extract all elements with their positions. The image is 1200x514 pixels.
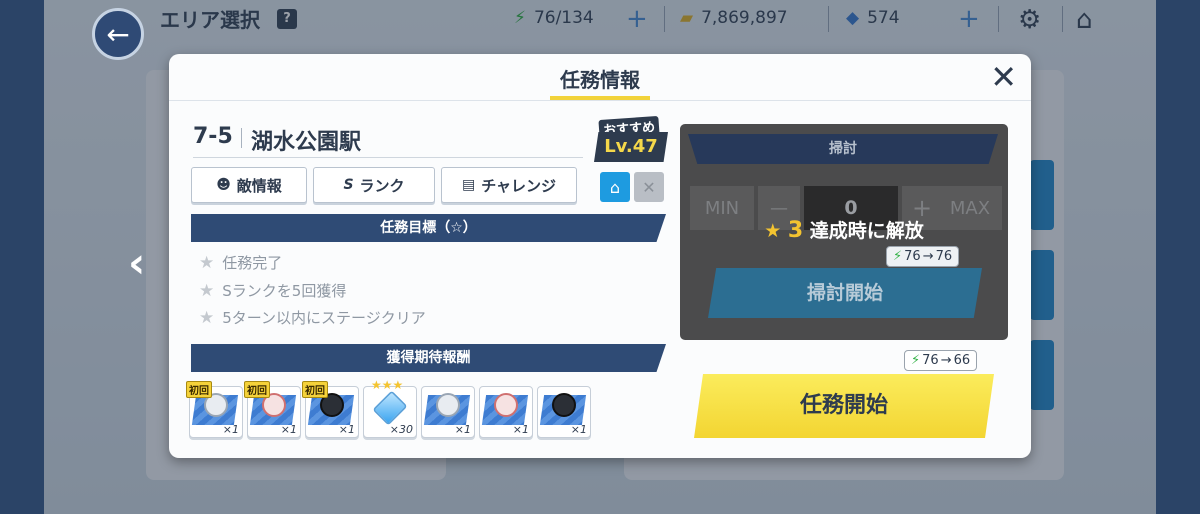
sweep-start-button[interactable]: 掃討開始 [708,268,982,318]
reward-quantity: ×1 [222,423,239,436]
star-icon: ★ [199,252,215,273]
reward-object-icon [552,393,576,417]
first-clear-badge: 初回 [186,381,212,398]
sweep-stamina-cost: ⚡ 76 → 76 [886,246,960,267]
stage-underline [193,157,583,158]
stamina-arrow: → [940,353,952,368]
sweep-header: 掃討 [688,134,998,164]
sweep-unlock-notice: ★ 3 達成時に解放 [680,216,1008,243]
objective-item: ★ 任務完了 [199,252,282,273]
objectives-header: 任務目標（☆） [191,214,666,242]
objective-item: ★ 5ターン以内にステージクリア [199,307,426,328]
rank-icon: S [343,177,354,193]
objective-text: 5ターン以内にステージクリア [222,309,426,327]
challenge-icon: ▤ [461,177,476,193]
reward-item[interactable]: ★★★ ×30 [363,378,417,438]
stamina-arrow: → [922,249,934,264]
objective-text: 任務完了 [222,254,283,272]
stamina-to: 76 [935,249,953,264]
reward-quantity: ×1 [280,423,297,436]
reward-quantity: ×1 [338,423,355,436]
sweep-panel: 掃討 MIN — 0 + MAX ★ 3 達成時に解放 ⚡ 76 → 76 掃討… [680,124,1008,340]
stage-separator [241,128,242,148]
enemy-info-button[interactable]: ☻ 敵情報 [191,167,307,203]
unlock-text: 達成時に解放 [809,220,924,242]
reward-object-icon [494,393,518,417]
challenge-button[interactable]: ▤ チャレンジ [441,167,577,203]
rank-label: ランク [359,176,405,195]
unlock-star-count: 3 [787,218,804,243]
reward-quantity: ×1 [512,423,529,436]
lightning-icon: ⚡ [911,353,921,368]
reward-quantity: ×1 [454,423,471,436]
rewards-header: 獲得期待報酬 [191,344,666,372]
close-icon: ✕ [990,58,1017,96]
first-clear-badge: 初回 [302,381,328,398]
reward-quantity: ×30 [389,423,413,436]
reward-item[interactable]: 初回 ×1 [186,381,243,438]
star-icon: ★ [199,280,215,301]
stamina-from: 76 [922,353,939,368]
star-icon: ★ [764,220,782,242]
recommended-level: Lv.47 [594,132,668,162]
stage-name: 湖水公園駅 [251,130,362,155]
home-icon[interactable]: ⌂ [600,172,630,202]
challenge-label: チャレンジ [481,176,557,195]
star-icon: ★ [199,307,215,328]
close-button[interactable]: ✕ [990,61,1017,93]
reward-item[interactable]: ×1 [479,386,533,438]
rank-button[interactable]: S ランク [313,167,435,203]
reward-item[interactable]: 初回 ×1 [244,381,301,438]
reward-object-icon [436,393,460,417]
header-divider [169,100,1031,101]
crystal-icon [372,390,408,426]
objective-text: Sランクを5回獲得 [222,282,347,300]
reward-item[interactable]: ×1 [537,386,591,438]
enemy-info-label: 敵情報 [236,176,282,195]
reward-item[interactable]: 初回 ×1 [302,381,359,438]
mission-info-dialog: 任務情報 ✕ 7-5 湖水公園駅 おすすめ Lv.47 ☻ 敵情報 S ランク … [169,54,1031,458]
reward-quantity: ×1 [570,423,587,436]
dialog-header: 任務情報 ✕ [169,54,1031,100]
back-button[interactable]: ← [92,8,144,60]
stamina-from: 76 [904,249,921,264]
arrow-left-icon: ← [106,17,130,51]
dialog-title: 任務情報 [560,68,640,92]
lightning-icon: ⚡ [893,249,903,264]
mission-stamina-cost: ⚡ 76 → 66 [904,350,978,371]
enemy-icon: ☻ [216,177,231,193]
reward-item[interactable]: ×1 [421,386,475,438]
rarity-stars: ★★★ [371,378,404,392]
mission-start-button[interactable]: 任務開始 [694,374,994,438]
first-clear-badge: 初回 [244,381,270,398]
stamina-to: 66 [953,353,971,368]
objective-item: ★ Sランクを5回獲得 [199,280,346,301]
close-icon[interactable]: ✕ [634,172,664,202]
chevron-left-icon[interactable]: ‹ [128,238,145,287]
stage-code: 7-5 [193,124,233,149]
